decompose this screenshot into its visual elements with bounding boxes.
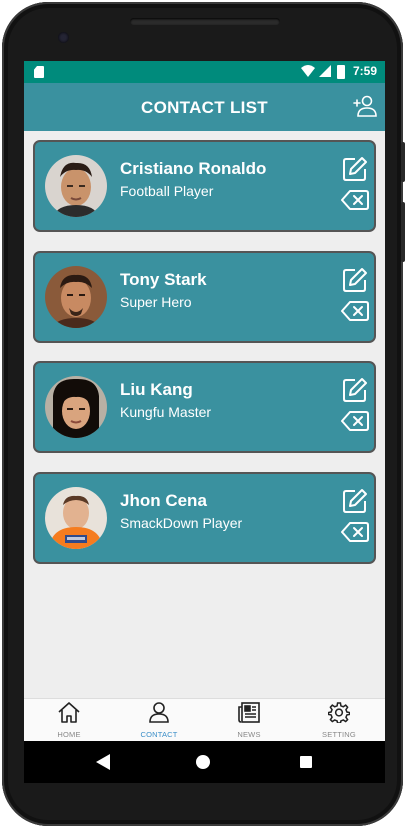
contact-card[interactable]: Cristiano Ronaldo Football Player xyxy=(33,140,376,232)
contact-card[interactable]: Jhon Cena SmackDown Player xyxy=(33,472,376,564)
page-title: CONTACT LIST xyxy=(141,98,268,117)
status-bar: 7:59 xyxy=(24,61,385,83)
nav-label: CONTACT xyxy=(140,730,178,739)
home-icon xyxy=(58,702,80,723)
backspace-delete-icon[interactable] xyxy=(341,189,369,211)
contact-name: Cristiano Ronaldo xyxy=(120,159,267,178)
speaker-grille xyxy=(130,18,280,25)
nav-item-home[interactable]: HOME xyxy=(39,702,99,739)
power-button xyxy=(401,202,405,262)
backspace-delete-icon[interactable] xyxy=(341,300,369,322)
nav-item-setting[interactable]: SETTING xyxy=(309,702,369,739)
avatar xyxy=(45,376,107,438)
edit-icon[interactable] xyxy=(342,488,368,514)
battery-icon xyxy=(337,65,345,79)
edit-icon[interactable] xyxy=(342,156,368,182)
contact-name: Jhon Cena xyxy=(120,491,207,510)
volume-button xyxy=(401,142,405,182)
nav-item-news[interactable]: NEWS xyxy=(219,702,279,739)
back-icon[interactable] xyxy=(96,754,110,770)
contact-list: Cristiano Ronaldo Football Player Tony S… xyxy=(24,131,385,698)
edit-icon[interactable] xyxy=(342,377,368,403)
contact-role: SmackDown Player xyxy=(120,515,243,531)
avatar xyxy=(45,155,107,217)
avatar xyxy=(45,487,107,549)
person-icon xyxy=(149,702,169,723)
nav-label: NEWS xyxy=(237,730,261,739)
edit-icon[interactable] xyxy=(342,267,368,293)
nav-item-contact[interactable]: CONTACT xyxy=(129,702,189,739)
contact-role: Football Player xyxy=(120,183,214,199)
add-user-icon[interactable] xyxy=(353,94,377,118)
contact-card[interactable]: Liu Kang Kungfu Master xyxy=(33,361,376,453)
signal-icon xyxy=(319,65,331,77)
contact-card[interactable]: Tony Stark Super Hero xyxy=(33,251,376,343)
contact-name: Liu Kang xyxy=(120,380,193,399)
nav-label: SETTING xyxy=(322,730,356,739)
phone-frame: 7:59 CONTACT LIST Cristiano Ronaldo Foot… xyxy=(2,2,405,826)
backspace-delete-icon[interactable] xyxy=(341,410,369,432)
nav-label: HOME xyxy=(57,730,81,739)
sd-card-icon xyxy=(34,66,44,78)
screen: 7:59 CONTACT LIST Cristiano Ronaldo Foot… xyxy=(24,61,385,783)
avatar xyxy=(45,266,107,328)
home-button-icon[interactable] xyxy=(196,755,210,769)
contact-role: Super Hero xyxy=(120,294,192,310)
app-bar: CONTACT LIST xyxy=(24,83,385,131)
recents-icon[interactable] xyxy=(300,756,312,768)
wifi-icon xyxy=(301,65,315,77)
status-time: 7:59 xyxy=(352,64,377,78)
contact-role: Kungfu Master xyxy=(120,404,212,420)
news-icon xyxy=(238,702,260,723)
gear-icon xyxy=(327,702,351,724)
backspace-delete-icon[interactable] xyxy=(341,521,369,543)
contact-name: Tony Stark xyxy=(120,270,207,289)
front-camera xyxy=(58,32,69,43)
system-navigation-bar xyxy=(24,741,385,783)
bottom-navigation: HOME CONTACT NEWS SETTING xyxy=(24,698,385,741)
